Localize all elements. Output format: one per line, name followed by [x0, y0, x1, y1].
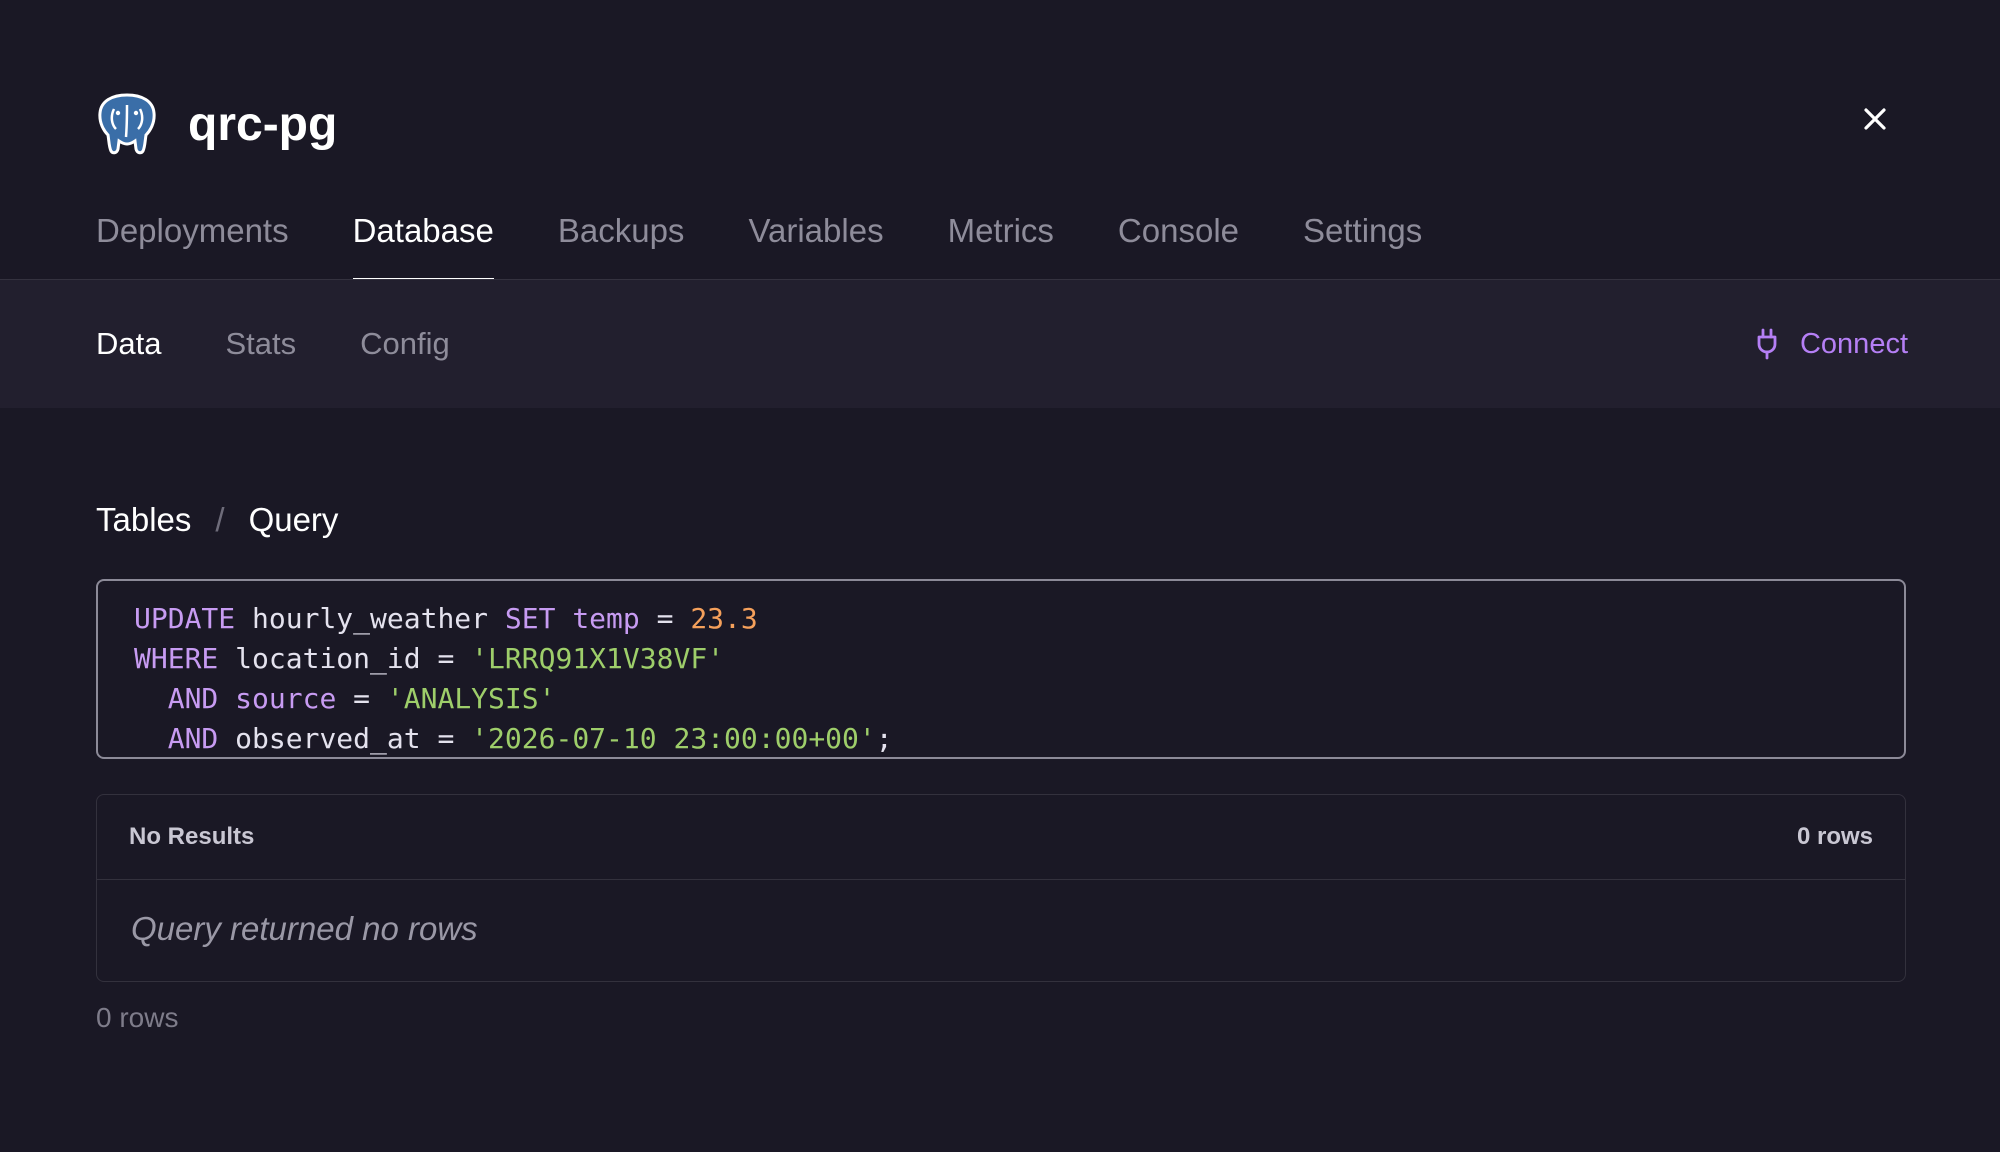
plug-icon — [1757, 328, 1777, 360]
sql-query-editor[interactable]: UPDATE hourly_weather SET temp = 23.3 WHE… — [96, 579, 1906, 759]
query-token — [218, 682, 235, 715]
query-token: '2026-07-10 23:00:00+00' — [471, 722, 876, 755]
subtab-stats[interactable]: Stats — [225, 326, 296, 362]
query-token: SET — [504, 602, 556, 635]
subtab-config[interactable]: Config — [360, 326, 450, 362]
query-token: hourly_weather — [235, 602, 505, 635]
tab-console[interactable]: Console — [1118, 205, 1239, 279]
tab-database[interactable]: Database — [352, 205, 495, 281]
postgresql-elephant-icon — [98, 93, 156, 155]
results-panel: No Results 0 rows Query returned no rows — [96, 794, 1906, 982]
query-token: AND — [167, 722, 219, 755]
query-token — [134, 682, 168, 715]
breadcrumb-query: Query — [248, 501, 339, 538]
footer-row-count: 0 rows — [96, 1002, 179, 1033]
query-token: WHERE — [134, 642, 219, 675]
tab-deployments[interactable]: Deployments — [96, 205, 289, 279]
query-token: AND — [167, 682, 219, 715]
results-row-count: 0 rows — [1796, 823, 1873, 850]
subtab-data[interactable]: Data — [96, 326, 161, 362]
close-button[interactable] — [1862, 106, 1888, 132]
results-title: No Results — [129, 823, 255, 850]
query-token: 'LRRQ91X1V38VF' — [471, 642, 725, 675]
results-empty-message: Query returned no rows — [131, 910, 478, 947]
close-icon — [1864, 108, 1886, 130]
query-token: location_id = — [218, 642, 472, 675]
query-token: 23.3 — [690, 602, 758, 635]
query-token: = — [336, 682, 387, 715]
breadcrumb: Tables / Query — [96, 498, 338, 542]
tab-settings[interactable]: Settings — [1303, 205, 1422, 279]
query-token: = — [639, 602, 691, 635]
tab-metrics[interactable]: Metrics — [948, 205, 1054, 279]
subtabs: Data Stats Config — [96, 280, 514, 408]
connect-label: Connect — [1799, 327, 1908, 360]
database-subnav: Data Stats Config Connect — [0, 280, 2000, 408]
query-token: UPDATE — [134, 602, 236, 635]
query-token: source — [235, 682, 337, 715]
main-tabs: Deployments Database Backups Variables M… — [96, 205, 1486, 281]
query-token: temp — [572, 602, 640, 635]
query-token: ; — [875, 722, 893, 755]
breadcrumb-separator: / — [215, 501, 225, 538]
query-token — [134, 722, 168, 755]
query-line: WHERE location_id = 'LRRQ91X1V38VF' — [134, 639, 1904, 679]
query-token — [555, 602, 572, 635]
results-header: No Results 0 rows — [97, 795, 1905, 880]
app-header: qrc-pg — [96, 90, 337, 158]
app-title: qrc-pg — [188, 97, 338, 151]
query-token: observed_at = — [218, 722, 472, 755]
tab-backups[interactable]: Backups — [558, 205, 685, 279]
query-line: AND observed_at = '2026-07-10 23:00:00+0… — [134, 719, 1904, 759]
query-token: 'ANALYSIS' — [386, 682, 556, 715]
connect-button[interactable]: Connect — [1756, 280, 1908, 408]
breadcrumb-tables[interactable]: Tables — [96, 501, 191, 539]
query-line: AND source = 'ANALYSIS' — [134, 679, 1904, 719]
tab-variables[interactable]: Variables — [748, 205, 883, 279]
query-line: UPDATE hourly_weather SET temp = 23.3 — [134, 599, 1904, 639]
